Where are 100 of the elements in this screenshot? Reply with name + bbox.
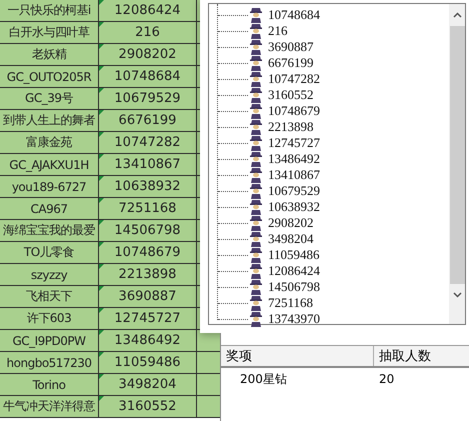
tree-item[interactable]: 7251168 bbox=[268, 295, 314, 311]
cell-flag-icon bbox=[99, 308, 104, 313]
cell-flag-icon bbox=[99, 352, 104, 357]
person-icon bbox=[249, 295, 263, 311]
table-cell: 许下603 bbox=[0, 308, 99, 330]
person-icon bbox=[249, 7, 263, 23]
tree-item[interactable]: 10679529 bbox=[268, 183, 320, 199]
table-cell: 到带人生上的舞者 bbox=[0, 110, 99, 132]
cell-flag-icon bbox=[99, 176, 104, 181]
person-icon bbox=[249, 311, 263, 327]
scroll-up-icon[interactable] bbox=[452, 12, 462, 18]
person-icon bbox=[249, 119, 263, 135]
table-cell: 白开水与四叶草 bbox=[0, 22, 99, 44]
tree-item[interactable]: 14506798 bbox=[268, 279, 320, 295]
person-icon bbox=[249, 167, 263, 183]
table-cell: CA967 bbox=[0, 198, 99, 220]
cell-flag-icon bbox=[99, 44, 104, 49]
cell-flag-icon bbox=[99, 22, 104, 27]
cell-flag-icon bbox=[99, 0, 104, 5]
cell-flag-icon bbox=[99, 110, 104, 115]
table-cell: 10748679 bbox=[99, 242, 197, 264]
person-icon bbox=[249, 247, 263, 263]
cell-flag-icon bbox=[99, 132, 104, 137]
cell-flag-icon bbox=[99, 396, 104, 401]
table-cell: GC_39号 bbox=[0, 88, 99, 110]
tree-item[interactable]: 3690887 bbox=[268, 39, 314, 55]
cell-flag-icon bbox=[99, 198, 104, 203]
table-cell: 3690887 bbox=[99, 286, 197, 308]
column-header[interactable]: 奖项 bbox=[221, 346, 374, 366]
tree-item[interactable]: 13486492 bbox=[268, 151, 320, 167]
table-cell: 2213898 bbox=[99, 264, 197, 286]
scroll-down-icon[interactable] bbox=[452, 292, 462, 298]
table-cell: 富康金苑 bbox=[0, 132, 99, 154]
table-cell: 11059486 bbox=[99, 352, 197, 374]
table-cell: 12745727 bbox=[99, 308, 197, 330]
tree-item[interactable]: 13410867 bbox=[268, 167, 320, 183]
tree-item[interactable]: 10638932 bbox=[268, 199, 320, 215]
tree-item[interactable]: 12745727 bbox=[268, 135, 320, 151]
table-cell: Torino bbox=[0, 374, 99, 396]
tree-item[interactable]: 3498204 bbox=[268, 231, 314, 247]
table-cell: 14506798 bbox=[99, 220, 197, 242]
person-icon bbox=[249, 151, 263, 167]
tree-item[interactable]: 216 bbox=[268, 23, 288, 39]
cell-flag-icon bbox=[99, 242, 104, 247]
tree-item[interactable]: 3160552 bbox=[268, 87, 314, 103]
person-icon bbox=[249, 39, 263, 55]
person-icon bbox=[249, 279, 263, 295]
cell-flag-icon bbox=[99, 66, 104, 71]
cell-flag-icon bbox=[99, 220, 104, 225]
column-header[interactable]: 抽取人数 bbox=[374, 346, 469, 366]
person-icon bbox=[249, 135, 263, 151]
table-cell: hongbo517230 bbox=[0, 352, 99, 374]
table-cell: 10679529 bbox=[99, 88, 197, 110]
person-icon bbox=[249, 71, 263, 87]
table-cell: GC_I9PD0PW bbox=[0, 330, 99, 352]
table-cell: 海绵宝宝我的最爱 bbox=[0, 220, 99, 242]
table-cell: TO儿零食 bbox=[0, 242, 99, 264]
table-cell: 7251168 bbox=[99, 198, 197, 220]
table-cell: 13486492 bbox=[99, 330, 197, 352]
cell-flag-icon bbox=[99, 286, 104, 291]
cell-flag-icon bbox=[99, 330, 104, 335]
person-icon bbox=[249, 103, 263, 119]
table-cell: 13410867 bbox=[99, 154, 197, 176]
cell-flag-icon bbox=[99, 264, 104, 269]
cell-flag-icon bbox=[99, 374, 104, 379]
table-cell: 12086424 bbox=[99, 0, 197, 22]
tree-item[interactable]: 10748684 bbox=[268, 7, 320, 23]
person-icon bbox=[249, 263, 263, 279]
table-cell: 老妖精 bbox=[0, 44, 99, 66]
table-cell: 10748684 bbox=[99, 66, 197, 88]
table-cell: 3498204 bbox=[99, 374, 197, 396]
person-icon bbox=[249, 23, 263, 39]
table-cell: GC_AJAKXU1H bbox=[0, 154, 99, 176]
person-icon bbox=[249, 215, 263, 231]
table-cell: 6676199 bbox=[99, 110, 197, 132]
tree-item[interactable]: 13743970 bbox=[268, 311, 320, 327]
table-cell: 10638932 bbox=[99, 176, 197, 198]
table-cell: you189-6727 bbox=[0, 176, 99, 198]
table-cell: 216 bbox=[99, 22, 197, 44]
table-cell: 10747282 bbox=[99, 132, 197, 154]
tree-item[interactable]: 2908202 bbox=[268, 215, 314, 231]
tree-item[interactable]: 11059486 bbox=[268, 247, 320, 263]
table-cell: 飞相天下 bbox=[0, 286, 99, 308]
table-cell: szyzzy bbox=[0, 264, 99, 286]
person-icon bbox=[249, 87, 263, 103]
table-cell: 3160552 bbox=[99, 396, 197, 418]
cell-flag-icon bbox=[99, 154, 104, 159]
tree-item[interactable]: 12086424 bbox=[268, 263, 320, 279]
person-icon bbox=[249, 55, 263, 71]
tree-item[interactable]: 2213898 bbox=[268, 119, 314, 135]
tree-item[interactable]: 10748679 bbox=[268, 103, 320, 119]
cell-flag-icon bbox=[99, 88, 104, 93]
table-cell-text: 200星钻 bbox=[239, 370, 288, 388]
scrollbar[interactable] bbox=[449, 4, 465, 324]
tree-item[interactable]: 6676199 bbox=[268, 55, 314, 71]
person-icon bbox=[249, 231, 263, 247]
table-cell: 一只快乐的柯基i bbox=[0, 0, 99, 22]
person-icon bbox=[249, 183, 263, 199]
table-cell: 2908202 bbox=[99, 44, 197, 66]
tree-item[interactable]: 10747282 bbox=[268, 71, 320, 87]
